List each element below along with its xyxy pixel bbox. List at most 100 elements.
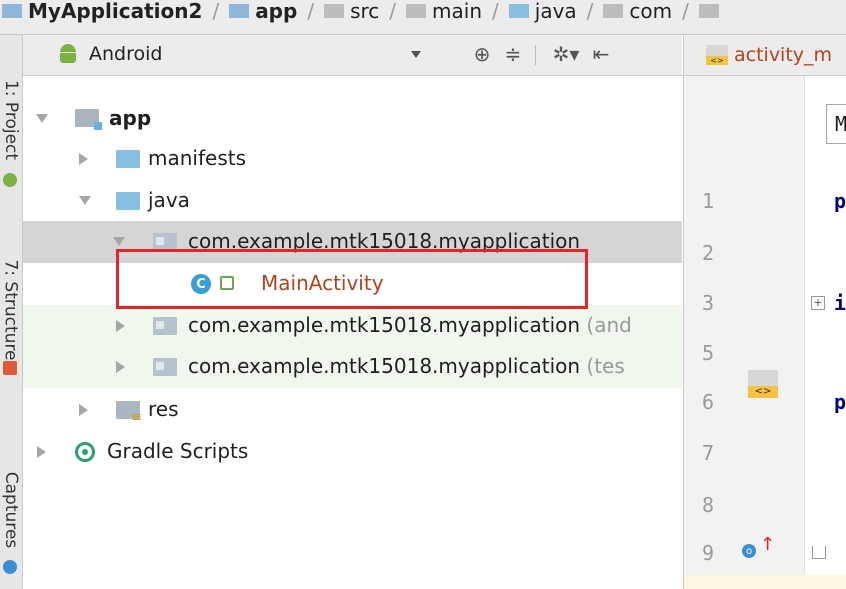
arrow-up-icon: ↑: [760, 534, 776, 555]
breadcrumb-com[interactable]: com: [601, 0, 674, 23]
package-icon: [153, 317, 177, 335]
collapse-arrow-icon[interactable]: [116, 361, 125, 373]
android-icon: [57, 44, 79, 64]
view-mode-label: Android: [89, 43, 163, 65]
breadcrumb-project[interactable]: MyApplication2: [0, 0, 204, 23]
breadcrumb-main[interactable]: main: [404, 0, 484, 23]
override-icon[interactable]: o: [742, 544, 756, 558]
resource-folder-icon: [116, 401, 142, 425]
module-folder-icon: [75, 109, 102, 130]
editor-breadcrumb-box[interactable]: M: [826, 104, 846, 144]
line-number: 5: [702, 341, 715, 365]
view-mode-selector[interactable]: Android: [57, 43, 162, 65]
editor-current-line-strip: [684, 575, 846, 589]
tool-tab-captures-label: Captures: [1, 471, 22, 549]
layout-link-icon[interactable]: <>: [748, 370, 778, 398]
tool-tab-captures[interactable]: Captures: [0, 440, 22, 580]
tool-window-strip: 1: Project 7: Structure Captures: [0, 35, 23, 589]
fold-expand-icon[interactable]: +: [811, 296, 825, 310]
breadcrumb-separator: /: [682, 0, 689, 23]
package-icon: [603, 4, 624, 18]
collapse-arrow-icon[interactable]: [116, 320, 125, 332]
breadcrumb-app-label: app: [255, 0, 298, 23]
line-number: 7: [702, 441, 715, 465]
toolbar-divider: [535, 45, 536, 65]
structure-tab-icon: [3, 361, 17, 375]
project-tab-icon: [3, 173, 17, 187]
breadcrumb-main-label: main: [432, 0, 483, 23]
tree-node-manifests[interactable]: manifests: [23, 138, 682, 180]
editor-tab-activity[interactable]: activity_m: [734, 44, 832, 66]
breadcrumb-separator: /: [586, 0, 594, 23]
breadcrumb-com-label: com: [629, 0, 673, 23]
collapse-arrow-icon[interactable]: [37, 446, 46, 458]
tree-node-package-android-test[interactable]: com.example.mtk15018.myapplication (and: [23, 305, 682, 347]
tree-node-package-android-test-label: com.example.mtk15018.myapplication (and: [188, 313, 632, 337]
code-text: p: [834, 189, 846, 213]
editor-breadcrumb-text: M: [835, 112, 846, 136]
chevron-down-icon[interactable]: [411, 51, 421, 58]
expand-arrow-icon[interactable]: [36, 114, 48, 123]
breadcrumb-separator: /: [492, 0, 499, 23]
captures-tab-icon: [3, 560, 17, 574]
gradle-icon: [75, 442, 95, 462]
tree-node-gradle-scripts-label: Gradle Scripts: [107, 439, 249, 463]
breadcrumb-separator: /: [212, 0, 220, 23]
folder-icon: [116, 150, 140, 168]
folder-icon: [406, 4, 427, 18]
source-folder-icon: [508, 4, 529, 18]
collapse-arrow-icon[interactable]: [79, 404, 88, 416]
breadcrumb-project-label: MyApplication2: [28, 0, 203, 23]
expand-arrow-icon[interactable]: [113, 237, 125, 246]
fold-collapse-icon[interactable]: [812, 546, 826, 559]
line-number: 2: [702, 241, 715, 265]
line-number: 6: [702, 390, 715, 414]
tree-node-res[interactable]: res: [23, 389, 682, 431]
gear-icon[interactable]: ✲▾: [549, 41, 583, 67]
code-text: i: [834, 291, 846, 315]
tree-node-java-label: java: [148, 188, 190, 212]
breadcrumb-app[interactable]: app: [227, 0, 299, 23]
tree-node-manifests-label: manifests: [148, 146, 246, 170]
project-tree: app manifests java com.example.mtk15018.…: [23, 76, 682, 589]
line-number: 1: [702, 189, 715, 213]
hide-panel-icon[interactable]: ⇤: [588, 41, 614, 67]
project-folder-icon: [2, 4, 22, 18]
xml-file-icon: <>: [706, 45, 728, 65]
editor-tab-bar: <> activity_m: [683, 35, 846, 76]
tool-tab-project[interactable]: 1: Project: [0, 35, 22, 205]
scroll-from-source-icon[interactable]: ⊕: [469, 41, 495, 67]
tree-node-app[interactable]: app: [23, 98, 682, 140]
breadcrumb-java-label: java: [534, 0, 577, 23]
expand-arrow-icon[interactable]: [79, 196, 91, 205]
tree-node-package-test-label: com.example.mtk15018.myapplication (tes: [188, 354, 625, 378]
breadcrumb-separator: /: [307, 0, 315, 23]
collapse-all-icon[interactable]: ≑: [500, 41, 526, 67]
tree-node-app-label: app: [109, 106, 152, 130]
breadcrumb-src-label: src: [350, 0, 380, 23]
code-editor[interactable]: M 1 2 3 5 6 7 8 9 p + i p <> o ↑: [683, 76, 846, 589]
collapse-arrow-icon[interactable]: [79, 153, 88, 165]
package-icon: [153, 358, 177, 376]
folder-icon: [324, 4, 345, 18]
project-panel-header: Android ⊕ ≑ ✲▾ ⇤: [23, 35, 682, 76]
tool-tab-structure-label: 7: Structure: [1, 259, 21, 361]
breadcrumb-separator: /: [389, 0, 397, 23]
module-folder-icon: [229, 4, 250, 18]
breadcrumb-src[interactable]: src: [322, 0, 381, 23]
tree-node-gradle-scripts[interactable]: Gradle Scripts: [23, 431, 682, 473]
source-folder-icon: [116, 192, 140, 210]
line-number: 3: [702, 291, 715, 315]
breadcrumb-more[interactable]: [697, 4, 727, 18]
line-number: 9: [702, 541, 715, 565]
tree-node-java[interactable]: java: [23, 180, 682, 222]
package-icon: [698, 4, 719, 18]
tree-node-package-test[interactable]: com.example.mtk15018.myapplication (tes: [23, 346, 682, 388]
breadcrumb-java[interactable]: java: [507, 0, 579, 23]
annotation-highlight-box: [116, 249, 588, 309]
line-number: 8: [702, 493, 715, 517]
tool-tab-structure[interactable]: 7: Structure: [0, 225, 22, 395]
tool-tab-project-label: 1: Project: [1, 79, 21, 161]
navigation-breadcrumb: MyApplication2 / app / src / main / java…: [0, 0, 846, 35]
code-text: p: [834, 390, 846, 414]
